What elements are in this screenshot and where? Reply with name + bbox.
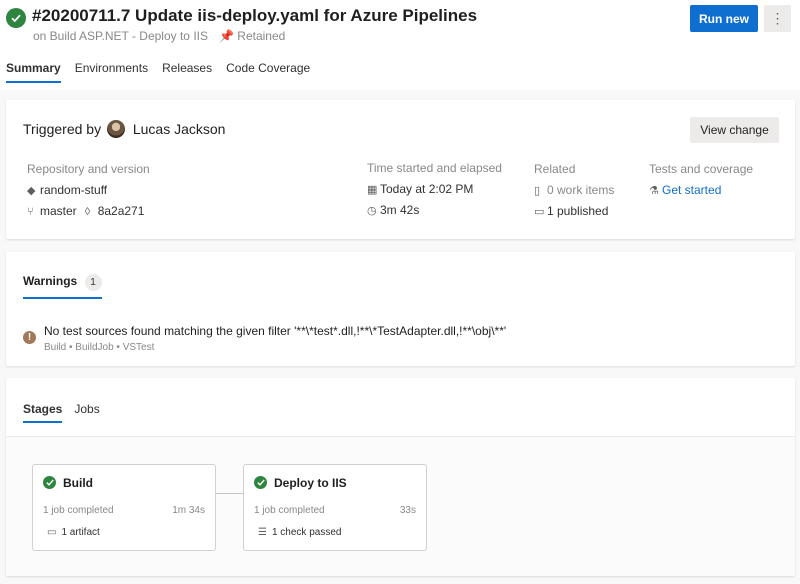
repository-heading: Repository and version xyxy=(27,162,150,176)
stage-check-label: 1 check passed xyxy=(271,527,342,538)
work-item-icon: ▯ xyxy=(534,185,541,197)
stage-duration: 1m 34s xyxy=(172,505,205,516)
branch-link[interactable]: master xyxy=(40,204,77,218)
tab-environments[interactable]: Environments xyxy=(75,61,148,83)
stage-name: Deploy to IIS xyxy=(274,476,347,490)
time-started: Today at 2:02 PM xyxy=(380,182,474,196)
stage-artifact[interactable]: ▭ 1 artifact xyxy=(47,527,100,538)
time-heading: Time started and elapsed xyxy=(367,161,502,175)
pin-icon: 📌 xyxy=(219,29,235,43)
run-header: #20200711.7 Update iis-deploy.yaml for A… xyxy=(0,0,800,90)
stages-card: Stages Jobs Build 1 job completed 1m 34s… xyxy=(6,378,795,576)
stage-card-deploy[interactable]: Deploy to IIS 1 job completed 33s ☰ 1 che… xyxy=(243,464,427,551)
pipeline-link[interactable]: on Build ASP.NET - Deploy to IIS xyxy=(33,29,208,43)
stage-jobs: 1 job completed xyxy=(43,505,114,516)
stage-jobs: 1 job completed xyxy=(254,505,325,516)
stage-artifact-label: 1 artifact xyxy=(61,527,100,538)
stages-canvas: Build 1 job completed 1m 34s ▭ 1 artifact… xyxy=(6,437,795,576)
avatar xyxy=(106,120,125,138)
user-name[interactable]: Lucas Jackson xyxy=(133,121,226,137)
run-subtitle: on Build ASP.NET - Deploy to IIS 📌 Retain… xyxy=(33,29,285,43)
view-change-button[interactable]: View change xyxy=(690,117,779,143)
stage-name: Build xyxy=(63,476,93,490)
warnings-tab[interactable]: Warnings 1 xyxy=(23,274,102,299)
warning-message[interactable]: No test sources found matching the given… xyxy=(44,324,506,338)
run-new-button[interactable]: Run new xyxy=(690,5,758,32)
tab-jobs[interactable]: Jobs xyxy=(74,402,99,423)
warning-source: Build • BuildJob • VSTest xyxy=(44,342,155,353)
stage-card-build[interactable]: Build 1 job completed 1m 34s ▭ 1 artifact xyxy=(32,464,216,551)
run-tabs: Summary Environments Releases Code Cover… xyxy=(6,61,324,83)
artifact-icon: ▭ xyxy=(534,206,545,218)
related-column: Related ▯ 0 work items ▭ 1 published xyxy=(534,162,614,225)
branch-icon: ⑂ xyxy=(27,206,34,218)
calendar-icon: ▦ xyxy=(367,184,378,196)
stage-duration: 33s xyxy=(399,505,416,516)
warnings-card: Warnings 1 ! No test sources found match… xyxy=(6,252,795,366)
time-column: Time started and elapsed ▦ Today at 2:02 … xyxy=(367,161,502,224)
triggered-by: Triggered by Lucas Jackson xyxy=(23,120,225,138)
repo-icon: ◆ xyxy=(27,185,36,197)
time-elapsed: 3m 42s xyxy=(380,203,420,217)
success-check-icon xyxy=(43,476,56,489)
commit-icon: ◊ xyxy=(84,206,91,218)
retained-label: Retained xyxy=(237,29,286,43)
warning-icon: ! xyxy=(23,331,36,344)
tab-code-coverage[interactable]: Code Coverage xyxy=(226,61,310,83)
more-actions-icon[interactable]: ⋮ xyxy=(764,5,791,32)
run-title: #20200711.7 Update iis-deploy.yaml for A… xyxy=(32,6,478,25)
stages-tabs: Stages Jobs xyxy=(23,402,112,423)
stage-connector xyxy=(216,493,243,494)
artifact-icon: ▭ xyxy=(47,527,57,538)
tests-column: Tests and coverage ⚗ Get started xyxy=(649,162,753,204)
stage-check-passed[interactable]: ☰ 1 check passed xyxy=(258,527,341,538)
summary-card: Triggered by Lucas Jackson View change R… xyxy=(6,100,795,239)
warnings-count-badge: 1 xyxy=(84,274,102,291)
work-items-link[interactable]: 0 work items xyxy=(547,183,614,197)
get-started-link[interactable]: Get started xyxy=(662,183,721,197)
tab-stages[interactable]: Stages xyxy=(23,402,63,423)
tab-releases[interactable]: Releases xyxy=(162,61,212,83)
clock-icon: ◷ xyxy=(367,205,377,217)
triggered-by-label: Triggered by xyxy=(23,121,102,137)
checklist-icon: ☰ xyxy=(258,527,267,538)
success-check-icon xyxy=(6,8,26,28)
success-check-icon xyxy=(254,476,267,489)
tab-summary[interactable]: Summary xyxy=(6,61,61,83)
published-link[interactable]: 1 published xyxy=(547,204,608,218)
warnings-label: Warnings xyxy=(23,274,78,288)
tests-heading: Tests and coverage xyxy=(649,162,754,176)
flask-icon: ⚗ xyxy=(649,185,659,197)
repository-column: Repository and version ◆ random-stuff ⑂ ma… xyxy=(27,162,150,225)
repo-link[interactable]: random-stuff xyxy=(40,183,107,197)
commit-link[interactable]: 8a2a271 xyxy=(98,204,145,218)
related-heading: Related xyxy=(534,162,576,176)
